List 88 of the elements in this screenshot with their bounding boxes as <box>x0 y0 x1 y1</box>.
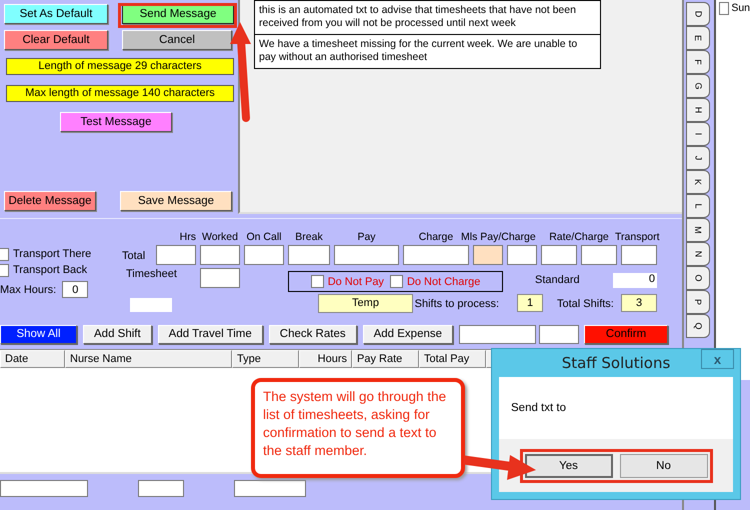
confirm-button[interactable]: Confirm <box>584 324 668 344</box>
letter-tab[interactable]: D <box>686 2 710 26</box>
max-length-label: Max length of message 140 characters <box>6 85 234 102</box>
column-header[interactable]: Hours <box>299 350 352 368</box>
no-button[interactable]: No <box>620 454 708 478</box>
checkbox[interactable] <box>390 275 403 288</box>
text-field[interactable] <box>234 480 306 497</box>
checkbox[interactable] <box>310 275 324 288</box>
total-field[interactable] <box>403 245 469 265</box>
letter-tab[interactable]: I <box>686 122 710 146</box>
letter-tab[interactable]: G <box>686 74 710 98</box>
column-label: On Call <box>245 231 282 243</box>
total-field[interactable] <box>334 245 399 265</box>
total-field[interactable] <box>541 245 577 265</box>
expense-field[interactable] <box>539 324 580 344</box>
letter-tab[interactable]: J <box>686 146 710 170</box>
message-row[interactable]: this is an automated txt to advise that timesheets that have not been received from you will not be processed until next week <box>255 0 600 35</box>
letter-tab[interactable]: L <box>686 194 710 218</box>
column-header[interactable]: Nurse Name <box>65 350 232 368</box>
shifts-to-process-field: 1 <box>517 294 543 312</box>
message-row[interactable]: We have a timesheet missing for the current week. We are unable to pay without an authorised timesheet <box>255 35 600 69</box>
column-label: Mls Pay/Charge <box>461 231 536 243</box>
toolbar-button[interactable]: Add Shift <box>83 324 152 344</box>
timesheet-field[interactable] <box>200 268 240 288</box>
letter-tab[interactable]: P <box>686 290 710 314</box>
shift-type-field: Temp <box>318 294 413 313</box>
letter-tab[interactable]: O <box>686 266 710 290</box>
total-field[interactable] <box>200 245 240 265</box>
toolbar-button[interactable]: Add Expense <box>362 324 454 344</box>
text-field[interactable] <box>138 480 184 497</box>
column-label: Hrs <box>178 231 196 243</box>
column-label: Break <box>294 231 324 243</box>
letter-tab[interactable]: F <box>686 50 710 74</box>
expense-field[interactable] <box>459 324 536 344</box>
total-field[interactable] <box>581 245 617 265</box>
column-header[interactable]: Total Pay <box>419 350 486 368</box>
column-label: Pay <box>356 231 377 243</box>
checkbox[interactable] <box>719 2 730 14</box>
delete-message-button[interactable]: Delete Message <box>4 191 96 211</box>
max-hours-field[interactable]: 0 <box>62 281 88 298</box>
checkbox-label: Do Not Pay <box>328 276 384 288</box>
column-header[interactable]: Type <box>232 350 299 368</box>
yes-button[interactable]: Yes <box>524 454 612 478</box>
max-hours-label: Max Hours: <box>0 284 56 296</box>
letter-tab[interactable]: Q <box>686 314 710 338</box>
total-field[interactable] <box>156 245 196 265</box>
toolbar-button[interactable]: Check Rates <box>268 324 357 344</box>
total-field[interactable] <box>473 245 503 265</box>
total-field[interactable] <box>621 245 657 265</box>
timesheet-label: Timesheet <box>125 268 178 280</box>
set-as-default-button[interactable]: Set As Default <box>4 4 108 24</box>
letter-tab[interactable]: M <box>686 218 710 242</box>
letter-tab[interactable]: E <box>686 26 710 50</box>
checkbox-label: Transport Back <box>13 264 88 276</box>
total-field[interactable] <box>507 245 537 265</box>
clear-default-button[interactable]: Clear Default <box>4 30 108 50</box>
column-header[interactable]: Date <box>0 350 65 368</box>
dialog-title: Staff Solutions <box>562 354 670 372</box>
message-length-label: Length of message 29 characters <box>6 58 234 75</box>
total-field[interactable] <box>288 245 330 265</box>
shifts-to-process-label: Shifts to process: <box>414 298 500 310</box>
letter-tab[interactable]: H <box>686 98 710 122</box>
annotation-callout: The system will go through the list of timesheets, asking for confirmation to send a text to the staff member. <box>251 378 465 478</box>
blank-field <box>130 298 172 312</box>
checkbox-label: Sun <box>731 2 750 14</box>
standard-label: Standard <box>534 274 577 286</box>
total-label: Total <box>122 250 146 262</box>
text-field[interactable] <box>0 480 88 497</box>
test-message-button[interactable]: Test Message <box>60 112 172 132</box>
send-message-button[interactable]: Send Message <box>122 4 234 24</box>
letter-tab[interactable]: K <box>686 170 710 194</box>
letter-tab[interactable]: N <box>686 242 710 266</box>
total-shifts-label: Total Shifts: <box>556 298 615 310</box>
total-field[interactable] <box>244 245 284 265</box>
save-message-button[interactable]: Save Message <box>120 191 232 211</box>
close-button[interactable]: x <box>701 349 734 369</box>
checkbox-label: Do Not Charge <box>406 276 480 288</box>
total-shifts-field: 3 <box>621 294 657 312</box>
column-label: Transport <box>615 231 660 243</box>
checkbox-label: Transport There <box>13 248 92 260</box>
column-label: Worked <box>201 231 239 243</box>
toolbar-button[interactable]: Add Travel Time <box>158 324 263 344</box>
cancel-button[interactable]: Cancel <box>122 30 232 50</box>
dialog-message: Send txt to <box>511 402 566 414</box>
column-label: Rate/Charge <box>548 231 610 243</box>
column-header[interactable]: Pay Rate <box>352 350 419 368</box>
show-all-button[interactable]: Show All <box>0 324 77 344</box>
standard-value: 0 <box>613 272 657 288</box>
